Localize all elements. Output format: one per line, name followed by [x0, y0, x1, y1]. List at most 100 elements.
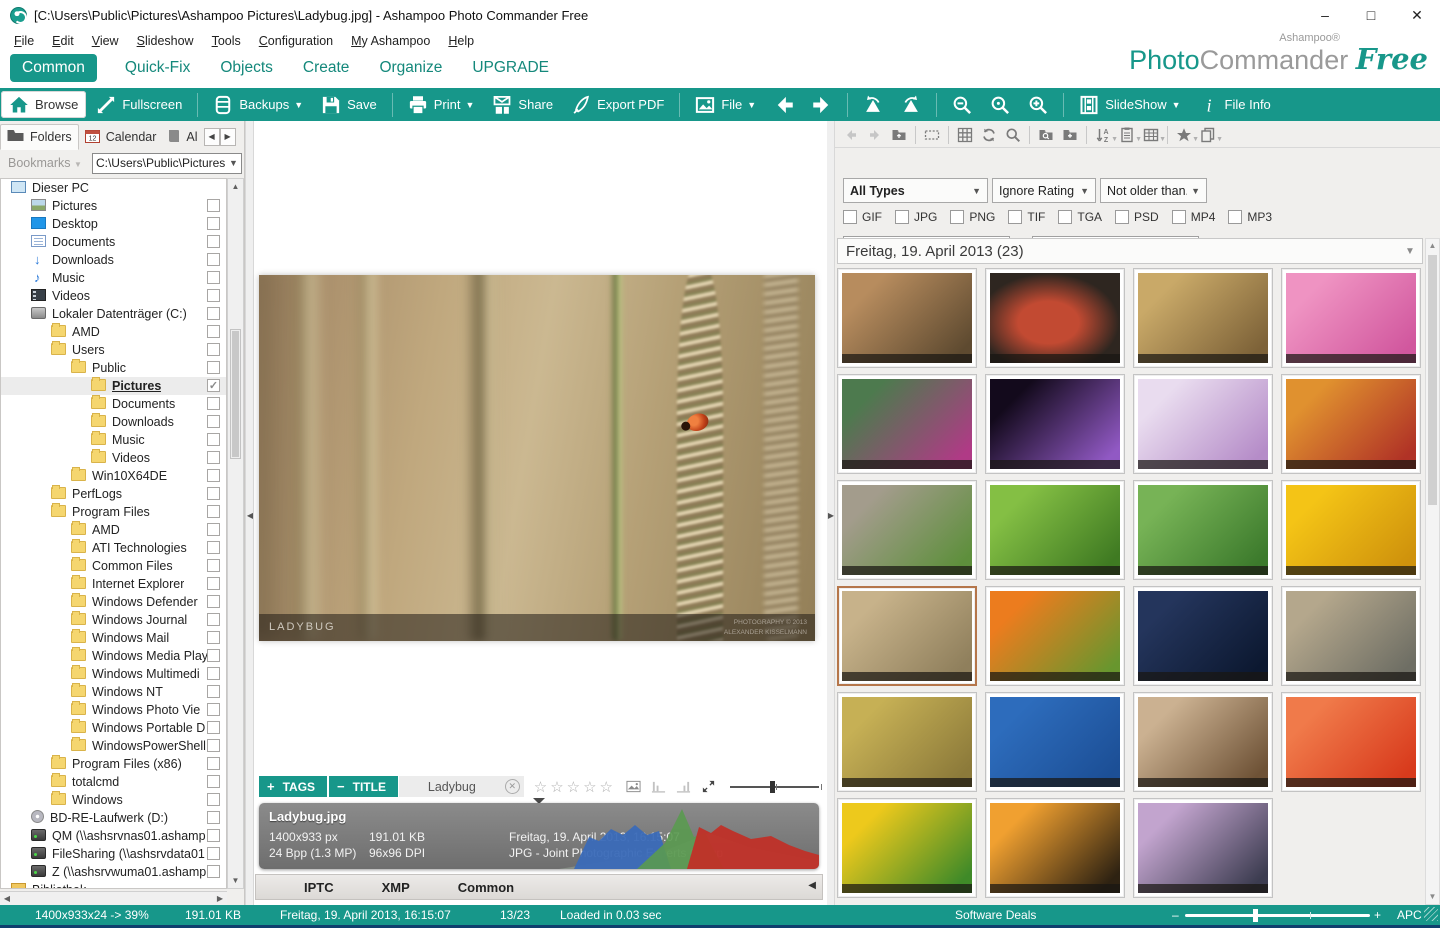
menu-item-tools[interactable]: Tools — [210, 30, 243, 52]
folder-add-icon[interactable] — [1059, 125, 1081, 145]
tree-checkbox[interactable] — [207, 631, 220, 644]
date-group-header[interactable]: Freitag, 19. April 2013 (23) ▼ — [837, 238, 1423, 264]
menu-item-edit[interactable]: Edit — [50, 30, 76, 52]
filetype-checkbox-mp3[interactable]: MP3 — [1228, 210, 1272, 224]
thumbnail-daisies[interactable] — [1133, 374, 1273, 474]
tree-item-windows-portable-d[interactable]: Windows Portable D — [1, 719, 226, 737]
right-splitter[interactable]: ▶ — [826, 121, 835, 905]
sidebar-tab-al[interactable]: Al — [162, 125, 203, 150]
tree-item-amd[interactable]: AMD — [1, 323, 226, 341]
search-icon[interactable] — [1002, 125, 1024, 145]
sidebar-tab-folders[interactable]: Folders — [0, 124, 79, 150]
export-pdf-button[interactable]: Export PDF — [563, 91, 672, 118]
tree-item-qm-ashsrvnas01-ashamp[interactable]: QM (\\ashsrvnas01.ashamp — [1, 827, 226, 845]
menu-item-slideshow[interactable]: Slideshow — [135, 30, 196, 52]
zoom-in-button[interactable] — [1020, 91, 1056, 118]
tree-checkbox[interactable] — [207, 253, 220, 266]
tree-item-lokaler-datentr-ger-c[interactable]: Lokaler Datenträger (C:) — [1, 305, 226, 323]
tree-checkbox[interactable]: ✓ — [207, 379, 220, 392]
bookmarks-dropdown[interactable]: Bookmarks ▼ — [8, 156, 82, 170]
preview-zoom-slider[interactable] — [730, 780, 819, 794]
menu-item-configuration[interactable]: Configuration — [257, 30, 335, 52]
scrollbar-thumb[interactable] — [230, 329, 241, 459]
tab-iptc[interactable]: IPTC — [304, 880, 334, 895]
tree-checkbox[interactable] — [207, 667, 220, 680]
tree-checkbox[interactable] — [207, 235, 220, 248]
tree-checkbox[interactable] — [207, 739, 220, 752]
tree-item-pictures[interactable]: Pictures✓ — [1, 377, 226, 395]
thumbnail-sunset-grass[interactable] — [985, 798, 1125, 898]
filetype-checkbox-psd[interactable]: PSD — [1115, 210, 1159, 224]
tree-checkbox[interactable] — [207, 613, 220, 626]
tree-item-filesharing-ashsrvdata01[interactable]: FileSharing (\\ashsrvdata01 — [1, 845, 226, 863]
filetype-checkbox-mp4[interactable]: MP4 — [1172, 210, 1216, 224]
tree-checkbox[interactable] — [207, 577, 220, 590]
filetype-checkbox-tga[interactable]: TGA — [1058, 210, 1102, 224]
tree-item-program-files-x86[interactable]: Program Files (x86) — [1, 755, 226, 773]
star-rating[interactable]: ☆☆☆☆☆ — [534, 778, 616, 796]
tree-item-users[interactable]: Users — [1, 341, 226, 359]
fullscreen-button[interactable]: Fullscreen — [88, 91, 190, 118]
menu-item-my-ashampoo[interactable]: My Ashampoo — [349, 30, 432, 52]
thumbnail-hoverfly[interactable] — [1133, 480, 1273, 580]
zoom-plus-icon[interactable]: + — [1374, 908, 1381, 922]
tree-item-amd[interactable]: AMD — [1, 521, 226, 539]
tree-checkbox[interactable] — [207, 649, 220, 662]
pages-icon[interactable]: ▼ — [1197, 125, 1219, 145]
tab-scroll-left-icon[interactable]: ◀ — [204, 128, 220, 146]
age-filter-dropdown[interactable]: Not older than...▼ — [1100, 178, 1207, 203]
thumbnail-dog[interactable] — [1133, 692, 1273, 792]
menu-item-help[interactable]: Help — [446, 30, 476, 52]
thumbnail-toggle-icon[interactable] — [626, 779, 641, 794]
tree-item-desktop[interactable]: Desktop — [1, 215, 226, 233]
save-button[interactable]: Save — [313, 91, 385, 118]
sidebar-tab-calendar[interactable]: 12Calendar — [79, 125, 163, 150]
tree-checkbox[interactable] — [207, 505, 220, 518]
arrow-left-button[interactable] — [766, 91, 802, 118]
tree-checkbox[interactable] — [207, 469, 220, 482]
tree-checkbox[interactable] — [207, 415, 220, 428]
thumbnail-scrollbar[interactable]: ▲ ▼ — [1425, 238, 1440, 905]
thumbnail-orange-lily[interactable] — [985, 586, 1125, 686]
tree-checkbox[interactable] — [207, 451, 220, 464]
star-rating-icon[interactable]: ▼ — [1173, 125, 1195, 145]
collapse-right-icon[interactable]: ▶ — [827, 505, 835, 527]
tree-checkbox[interactable] — [207, 559, 220, 572]
resize-grip[interactable] — [1424, 907, 1438, 921]
thumbnail-orange-rose[interactable] — [1281, 692, 1421, 792]
zoom-out-button[interactable] — [944, 91, 980, 118]
folder-search-icon[interactable] — [1035, 125, 1057, 145]
tree-vertical-scrollbar[interactable]: ▲ ▼ — [227, 178, 244, 889]
histogram-right-icon[interactable] — [676, 779, 691, 794]
zoom-minus-icon[interactable]: – — [1172, 908, 1179, 922]
tree-item-totalcmd[interactable]: totalcmd — [1, 773, 226, 791]
ribbon-tab-objects[interactable]: Objects — [218, 54, 275, 82]
tree-checkbox[interactable] — [207, 523, 220, 536]
path-combobox[interactable]: C:\Users\Public\Pictures▼ — [92, 153, 242, 174]
scroll-left-icon[interactable]: ◀ — [0, 892, 14, 905]
tree-item-documents[interactable]: Documents — [1, 233, 226, 251]
thumbnail-sunflower[interactable] — [837, 798, 977, 898]
maximize-button[interactable]: □ — [1348, 0, 1394, 30]
tree-item-windows-defender[interactable]: Windows Defender — [1, 593, 226, 611]
scroll-up-icon[interactable]: ▲ — [1426, 239, 1439, 253]
tree-item-perflogs[interactable]: PerfLogs — [1, 485, 226, 503]
file-button[interactable]: File▼ — [687, 91, 764, 118]
filetype-checkbox-jpg[interactable]: JPG — [895, 210, 937, 224]
scroll-right-icon[interactable]: ▶ — [213, 892, 227, 905]
photo-preview[interactable]: LADYBUG PHOTOGRAPHY © 2013ALEXANDER KISS… — [259, 275, 815, 641]
close-button[interactable]: ✕ — [1394, 0, 1440, 30]
ribbon-tab-upgrade[interactable]: UPGRADE — [470, 54, 551, 82]
tree-checkbox[interactable] — [207, 487, 220, 500]
tree-item-downloads[interactable]: Downloads — [1, 251, 226, 269]
browse-button[interactable]: Browse — [1, 91, 86, 118]
thumbnail-purple-smoke[interactable] — [985, 374, 1125, 474]
add-tags-button[interactable]: +TAGS — [259, 776, 327, 797]
tree-item-program-files[interactable]: Program Files — [1, 503, 226, 521]
sort-az-icon[interactable]: AZ▼ — [1092, 125, 1114, 145]
table-view-icon[interactable]: ▼ — [1140, 125, 1162, 145]
share-button[interactable]: Share — [484, 91, 561, 118]
tree-checkbox[interactable] — [207, 829, 220, 842]
tree-item-music[interactable]: Music — [1, 269, 226, 287]
tree-checkbox[interactable] — [207, 217, 220, 230]
